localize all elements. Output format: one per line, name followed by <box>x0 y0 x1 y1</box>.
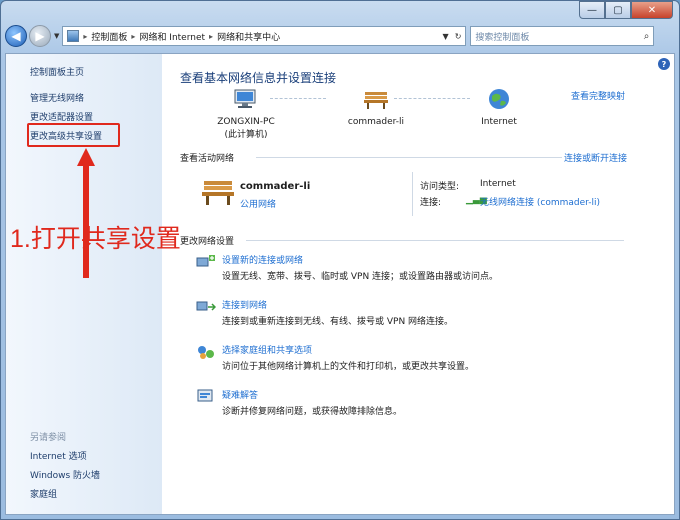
homegroup-icon <box>198 346 214 359</box>
control-panel-icon <box>67 30 80 42</box>
address-bar-actions: ▼ ↻ <box>443 32 462 41</box>
see-also-heading: 另请参阅 <box>30 433 67 443</box>
sidebar-item-control-panel-home[interactable]: 控制面板主页 <box>30 65 84 78</box>
annotation-highlight-box <box>27 123 120 147</box>
view-full-map-link[interactable]: 查看完整映射 <box>571 89 625 102</box>
control-panel-window: — ▢ ✕ ◀ ▶ ▼ ▸ 控制面板 ▸ 网络和 Internet ▸ 网络和共… <box>0 0 680 520</box>
page-title: 查看基本网络信息并设置连接 <box>180 71 337 85</box>
wireless-connection-link[interactable]: 无线网络连接 (commader-li) <box>480 195 600 208</box>
network-info-divider <box>412 172 413 216</box>
task-desc: 访问位于其他网络计算机上的文件和打印机，或更改共享设置。 <box>222 362 475 372</box>
sidebar-item-adapter-settings[interactable]: 更改适配器设置 <box>30 110 93 123</box>
network-name: commader-li <box>240 181 311 192</box>
section-divider <box>256 157 562 158</box>
task-desc: 诊断并修复网络问题，或获得故障排除信息。 <box>222 407 403 417</box>
recent-pages-dropdown[interactable]: ▼ <box>54 32 59 40</box>
task-homegroup-sharing[interactable]: 选择家庭组和共享选项 <box>222 343 312 356</box>
annotation-arrow-icon <box>77 148 95 278</box>
refresh-icon[interactable]: ↻ <box>455 32 462 41</box>
help-icon[interactable]: ? <box>658 58 670 70</box>
task-setup-new-connection[interactable]: 设置新的连接或网络 <box>222 253 303 266</box>
map-node-sublabel: (此计算机) <box>224 130 268 140</box>
access-type-value: Internet <box>480 179 516 189</box>
breadcrumb: ▸ 控制面板 ▸ 网络和 Internet ▸ 网络和共享中心 <box>83 30 280 43</box>
access-type-label: 访问类型: <box>420 182 460 192</box>
section-divider <box>246 240 624 241</box>
task-troubleshoot[interactable]: 疑难解答 <box>222 388 258 401</box>
change-settings-label: 更改网络设置 <box>180 237 235 247</box>
map-node-label: commader-li <box>347 117 405 127</box>
chevron-down-icon[interactable]: ▼ <box>443 32 449 41</box>
breadcrumb-separator-icon[interactable]: ▸ <box>83 32 87 41</box>
task-desc: 设置无线、宽带、拨号、临时或 VPN 连接；或设置路由器或访问点。 <box>222 272 499 282</box>
sidebar-item-internet-options[interactable]: Internet 选项 <box>30 449 87 462</box>
connect-network-icon <box>196 301 216 311</box>
map-node-label: Internet <box>481 117 517 127</box>
map-node-label: ZONGXIN-PC <box>217 117 275 127</box>
search-input[interactable]: 搜索控制面板 ⌕ <box>470 26 655 46</box>
map-node-network[interactable]: commader-li <box>338 88 414 127</box>
forward-button[interactable]: ▶ <box>29 25 51 47</box>
active-networks-label: 查看活动网络 <box>180 154 235 164</box>
main-panel: ? 查看基本网络信息并设置连接 查看完整映射 ZONGXIN-PC (此计算机) <box>162 54 674 514</box>
back-button[interactable]: ◀ <box>5 25 27 47</box>
annotation-text: 1.打开共享设置 <box>10 225 181 253</box>
new-connection-icon <box>196 255 215 267</box>
sidebar-item-manage-wireless[interactable]: 管理无线网络 <box>30 91 84 104</box>
content-area: 控制面板主页 管理无线网络 更改适配器设置 更改高级共享设置 另请参阅 Inte… <box>5 53 675 515</box>
breadcrumb-separator-icon[interactable]: ▸ <box>209 32 213 41</box>
map-node-computer: ZONGXIN-PC (此计算机) <box>206 88 286 140</box>
sidebar-item-windows-firewall[interactable]: Windows 防火墙 <box>30 468 100 481</box>
search-placeholder: 搜索控制面板 <box>475 32 530 43</box>
connections-label: 连接: <box>420 198 442 208</box>
navigation-bar: ◀ ▶ ▼ ▸ 控制面板 ▸ 网络和 Internet ▸ 网络和共享中心 ▼ … <box>5 23 675 49</box>
search-icon[interactable]: ⌕ <box>644 31 650 42</box>
bench-icon <box>364 92 388 109</box>
map-node-internet[interactable]: Internet <box>472 88 526 127</box>
maximize-button[interactable]: ▢ <box>605 1 631 19</box>
task-connect-to-network[interactable]: 连接到网络 <box>222 298 267 311</box>
breadcrumb-separator-icon[interactable]: ▸ <box>131 32 135 41</box>
network-type-link[interactable]: 公用网络 <box>240 197 276 210</box>
computer-icon <box>234 89 256 108</box>
close-button[interactable]: ✕ <box>631 1 673 19</box>
address-bar[interactable]: ▸ 控制面板 ▸ 网络和 Internet ▸ 网络和共享中心 ▼ ↻ <box>62 26 467 46</box>
connect-disconnect-link[interactable]: 连接或断开连接 <box>564 151 627 164</box>
bench-icon <box>202 181 234 205</box>
troubleshoot-icon <box>197 389 213 402</box>
breadcrumb-network-sharing-center[interactable]: 网络和共享中心 <box>217 30 280 43</box>
sidebar-item-homegroup[interactable]: 家庭组 <box>30 487 57 500</box>
minimize-button[interactable]: — <box>579 1 605 19</box>
globe-icon <box>489 89 509 109</box>
task-desc: 连接到或重新连接到无线、有线、拨号或 VPN 网络连接。 <box>222 317 454 327</box>
breadcrumb-control-panel[interactable]: 控制面板 <box>91 30 127 43</box>
breadcrumb-network-internet[interactable]: 网络和 Internet <box>139 30 205 43</box>
window-controls: — ▢ ✕ <box>579 1 673 19</box>
